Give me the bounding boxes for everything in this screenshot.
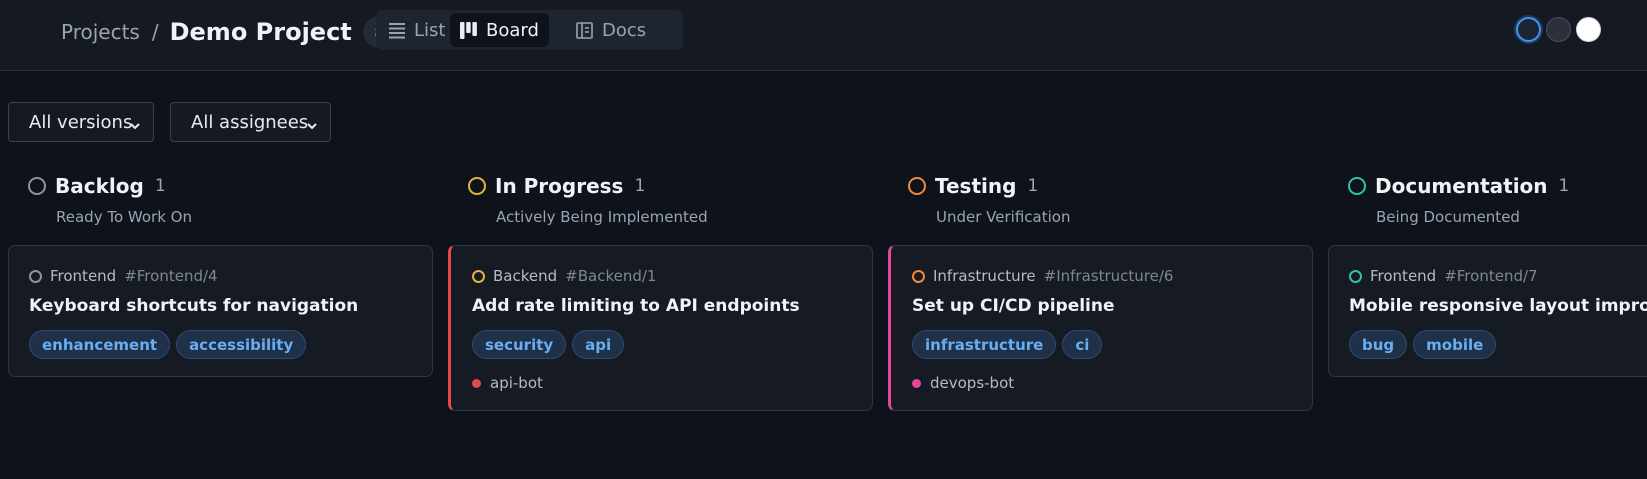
- label-tag[interactable]: security: [472, 330, 567, 359]
- column-header-in-progress: In Progress 1 Actively Being Implemented: [468, 174, 708, 226]
- docs-icon: [576, 21, 593, 39]
- card-title: Keyboard shortcuts for navigation: [29, 296, 359, 316]
- card-reference[interactable]: #Infrastructure/6: [1044, 267, 1174, 285]
- label-tag[interactable]: mobile: [1413, 330, 1497, 359]
- tab-docs[interactable]: Docs: [566, 13, 656, 47]
- column-count: 1: [1558, 176, 1570, 196]
- label-tag[interactable]: bug: [1349, 330, 1408, 359]
- chevron-down-icon: [129, 116, 141, 137]
- list-icon: [389, 22, 405, 39]
- column-title: In Progress: [495, 174, 624, 198]
- status-circle-icon: [28, 177, 46, 195]
- breadcrumb-projects-link[interactable]: Projects: [61, 20, 140, 44]
- status-circle-icon: [29, 269, 42, 283]
- column-subtitle: Ready To Work On: [56, 208, 192, 226]
- theme-option-light[interactable]: [1576, 17, 1601, 42]
- column-count: 1: [154, 176, 166, 196]
- label-tag[interactable]: api: [572, 330, 625, 359]
- label-tag[interactable]: infrastructure: [912, 330, 1057, 359]
- status-circle-icon: [472, 269, 485, 283]
- card-project: Backend: [493, 267, 558, 285]
- assignee-dot-icon: [912, 378, 921, 388]
- version-filter-value: All versions: [29, 111, 133, 133]
- card-title: Set up CI/CD pipeline: [912, 296, 1115, 316]
- tab-list[interactable]: List: [379, 13, 455, 47]
- breadcrumb-separator: /: [151, 20, 159, 44]
- status-circle-icon: [1348, 177, 1366, 195]
- card-reference[interactable]: #Frontend/4: [124, 267, 217, 285]
- card-assignee: devops-bot: [912, 374, 1014, 392]
- column-count: 1: [634, 176, 646, 196]
- card-reference[interactable]: #Backend/1: [565, 267, 656, 285]
- breadcrumb: Projects / Demo Project 8: [61, 16, 396, 48]
- assignee-dot-icon: [472, 378, 481, 388]
- assignee-filter-value: All assignees: [191, 111, 309, 133]
- column-subtitle: Actively Being Implemented: [496, 208, 708, 226]
- column-header-documentation: Documentation 1 Being Documented: [1348, 174, 1570, 226]
- issue-card[interactable]: Frontend #Frontend/7 Mobile responsive l…: [1328, 245, 1647, 377]
- card-project: Infrastructure: [933, 267, 1036, 285]
- theme-option-dark[interactable]: [1546, 17, 1571, 42]
- label-tag[interactable]: accessibility: [176, 330, 307, 359]
- card-title: Mobile responsive layout improvements: [1349, 296, 1647, 316]
- assignee-name: api-bot: [490, 374, 543, 392]
- tab-board-label: Board: [486, 19, 539, 41]
- column-count: 1: [1027, 176, 1039, 196]
- issue-card[interactable]: Frontend #Frontend/4 Keyboard shortcuts …: [8, 245, 433, 377]
- issue-card[interactable]: Infrastructure #Infrastructure/6 Set up …: [888, 245, 1313, 411]
- card-reference[interactable]: #Frontend/7: [1444, 267, 1537, 285]
- theme-option-dark-blue[interactable]: [1516, 17, 1541, 42]
- tab-list-label: List: [414, 19, 446, 41]
- assignee-filter-select[interactable]: All assignees: [170, 102, 331, 142]
- column-subtitle: Being Documented: [1376, 208, 1520, 226]
- assignee-name: devops-bot: [930, 374, 1015, 392]
- tab-docs-label: Docs: [602, 19, 647, 41]
- label-tag[interactable]: ci: [1062, 330, 1103, 359]
- board-icon: [460, 21, 477, 39]
- issue-card[interactable]: Backend #Backend/1 Add rate limiting to …: [448, 245, 873, 411]
- page-title: Demo Project: [169, 18, 352, 46]
- card-assignee: api-bot: [472, 374, 543, 392]
- column-title: Documentation: [1375, 174, 1548, 198]
- version-filter-select[interactable]: All versions: [8, 102, 154, 142]
- column-header-backlog: Backlog 1 Ready To Work On: [28, 174, 192, 226]
- status-circle-icon: [1349, 269, 1362, 283]
- view-switcher: List Board Docs: [376, 10, 683, 50]
- top-bar: Projects / Demo Project 8 List Board Doc…: [0, 0, 1647, 71]
- label-tag[interactable]: enhancement: [29, 330, 171, 359]
- column-title: Backlog: [55, 174, 144, 198]
- column-subtitle: Under Verification: [936, 208, 1071, 226]
- chevron-down-icon: [306, 116, 318, 137]
- card-project: Frontend: [1370, 267, 1437, 285]
- tab-board[interactable]: Board: [450, 13, 549, 47]
- status-circle-icon: [912, 269, 925, 283]
- column-header-testing: Testing 1 Under Verification: [908, 174, 1070, 226]
- column-title: Testing: [935, 174, 1017, 198]
- theme-switcher: [1516, 17, 1601, 42]
- status-circle-icon: [908, 177, 926, 195]
- status-circle-icon: [468, 177, 486, 195]
- card-title: Add rate limiting to API endpoints: [472, 296, 800, 316]
- card-project: Frontend: [50, 267, 117, 285]
